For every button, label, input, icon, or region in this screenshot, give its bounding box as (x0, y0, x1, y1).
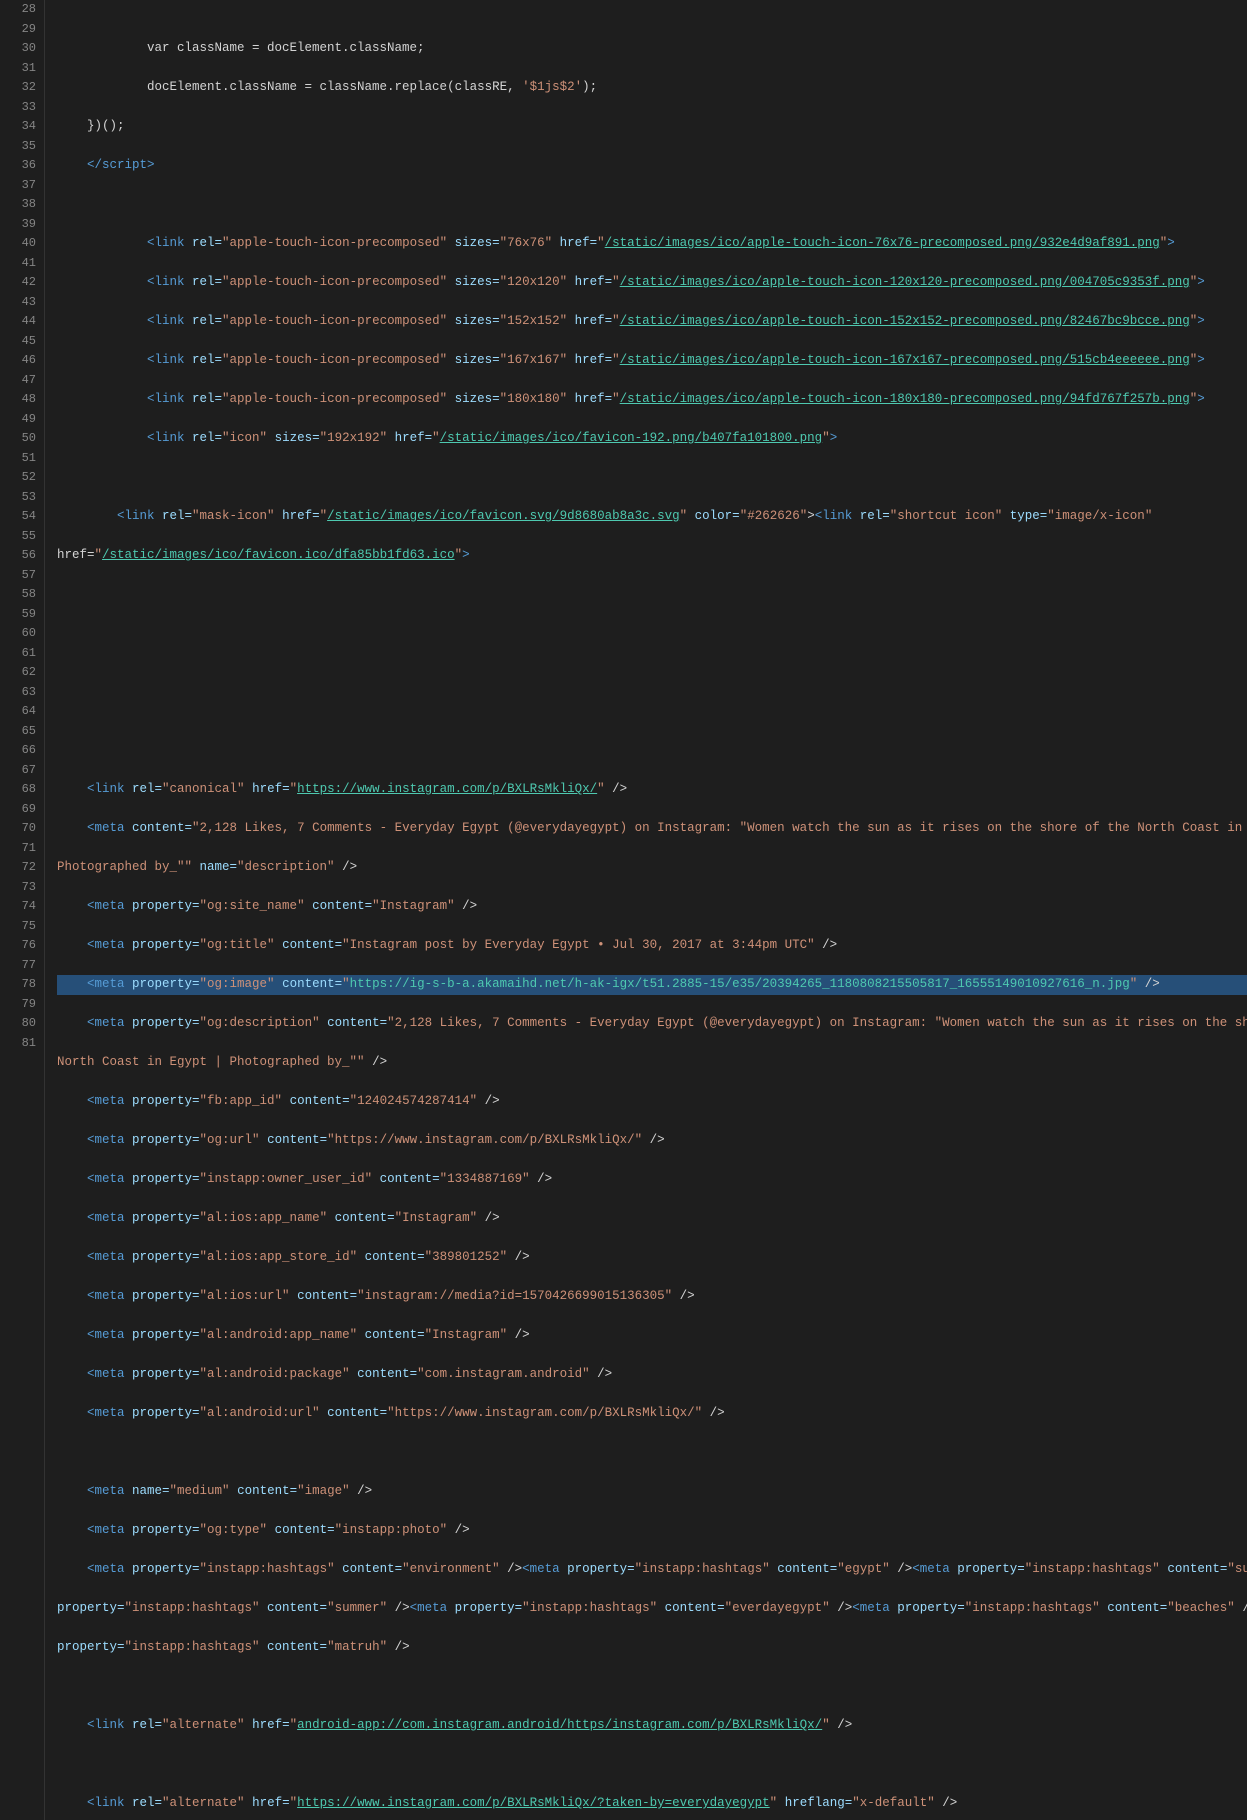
code-line-67 (57, 1755, 1247, 1775)
code-line-47: <meta content="2,128 Likes, 7 Comments -… (57, 819, 1247, 839)
code-line-49: <meta property="og:title" content="Insta… (57, 936, 1247, 956)
code-line-45 (57, 741, 1247, 761)
code-line-44 (57, 702, 1247, 722)
code-line-29: docElement.className = className.replace… (57, 78, 1247, 98)
code-line-56: <meta property="al:ios:app_store_id" con… (57, 1248, 1247, 1268)
code-line-32 (57, 195, 1247, 215)
code-line-28: var className = docElement.className; (57, 39, 1247, 59)
code-content[interactable]: var className = docElement.className; do… (45, 0, 1247, 1820)
code-line-47b: Photographed by_"" name="description" /> (57, 858, 1247, 878)
code-line-62: <meta name="medium" content="image" /> (57, 1482, 1247, 1502)
code-line-53: <meta property="og:url" content="https:/… (57, 1131, 1247, 1151)
code-line-64: <meta property="instapp:hashtags" conten… (57, 1560, 1247, 1580)
code-line-55: <meta property="al:ios:app_name" content… (57, 1209, 1247, 1229)
code-line-34: <link rel="apple-touch-icon-precomposed"… (57, 273, 1247, 293)
code-line-40b: href="/static/images/ico/favicon.ico/dfa… (57, 546, 1247, 566)
code-line-48: <meta property="og:site_name" content="I… (57, 897, 1247, 917)
code-editor: 28 29 30 31 32 33 34 35 36 37 38 39 40 4… (0, 0, 1247, 1820)
code-line-33: <link rel="apple-touch-icon-precomposed"… (57, 234, 1247, 254)
code-line-60b: <meta property="al:android:url" content=… (57, 1404, 1247, 1424)
code-line-61 (57, 1443, 1247, 1463)
code-line-54: <meta property="instapp:owner_user_id" c… (57, 1170, 1247, 1190)
code-line-59: <meta property="al:android:package" cont… (57, 1365, 1247, 1385)
code-line-52: <meta property="fb:app_id" content="1240… (57, 1092, 1247, 1112)
code-line-60: <meta property="og:image" content="https… (57, 975, 1247, 995)
code-line-36: <link rel="apple-touch-icon-precomposed"… (57, 351, 1247, 371)
code-line-68: <link rel="alternate" href="https://www.… (57, 1794, 1247, 1814)
code-line-39 (57, 468, 1247, 488)
code-line-31: </script> (57, 156, 1247, 176)
code-line-42 (57, 624, 1247, 644)
code-line-63: <meta property="og:type" content="instap… (57, 1521, 1247, 1541)
code-line-46: <link rel="canonical" href="https://www.… (57, 780, 1247, 800)
code-line-43 (57, 663, 1247, 683)
code-line-40: <link rel="mask-icon" href="/static/imag… (57, 507, 1247, 527)
code-line-51b: North Coast in Egypt | Photographed by_"… (57, 1053, 1247, 1073)
code-line-65 (57, 1677, 1247, 1697)
code-line-41 (57, 585, 1247, 605)
code-line-57: <meta property="al:ios:url" content="ins… (57, 1287, 1247, 1307)
code-line-37: <link rel="apple-touch-icon-precomposed"… (57, 390, 1247, 410)
line-numbers: 28 29 30 31 32 33 34 35 36 37 38 39 40 4… (0, 0, 45, 1820)
code-line-66: <link rel="alternate" href="android-app:… (57, 1716, 1247, 1736)
code-line-35: <link rel="apple-touch-icon-precomposed"… (57, 312, 1247, 332)
code-line-64c: property="instapp:hashtags" content="mat… (57, 1638, 1247, 1658)
code-line-30: })(); (57, 117, 1247, 137)
code-line-64b: property="instapp:hashtags" content="sum… (57, 1599, 1247, 1619)
code-line-58: <meta property="al:android:app_name" con… (57, 1326, 1247, 1346)
code-line-38: <link rel="icon" sizes="192x192" href="/… (57, 429, 1247, 449)
code-line-51: <meta property="og:description" content=… (57, 1014, 1247, 1034)
